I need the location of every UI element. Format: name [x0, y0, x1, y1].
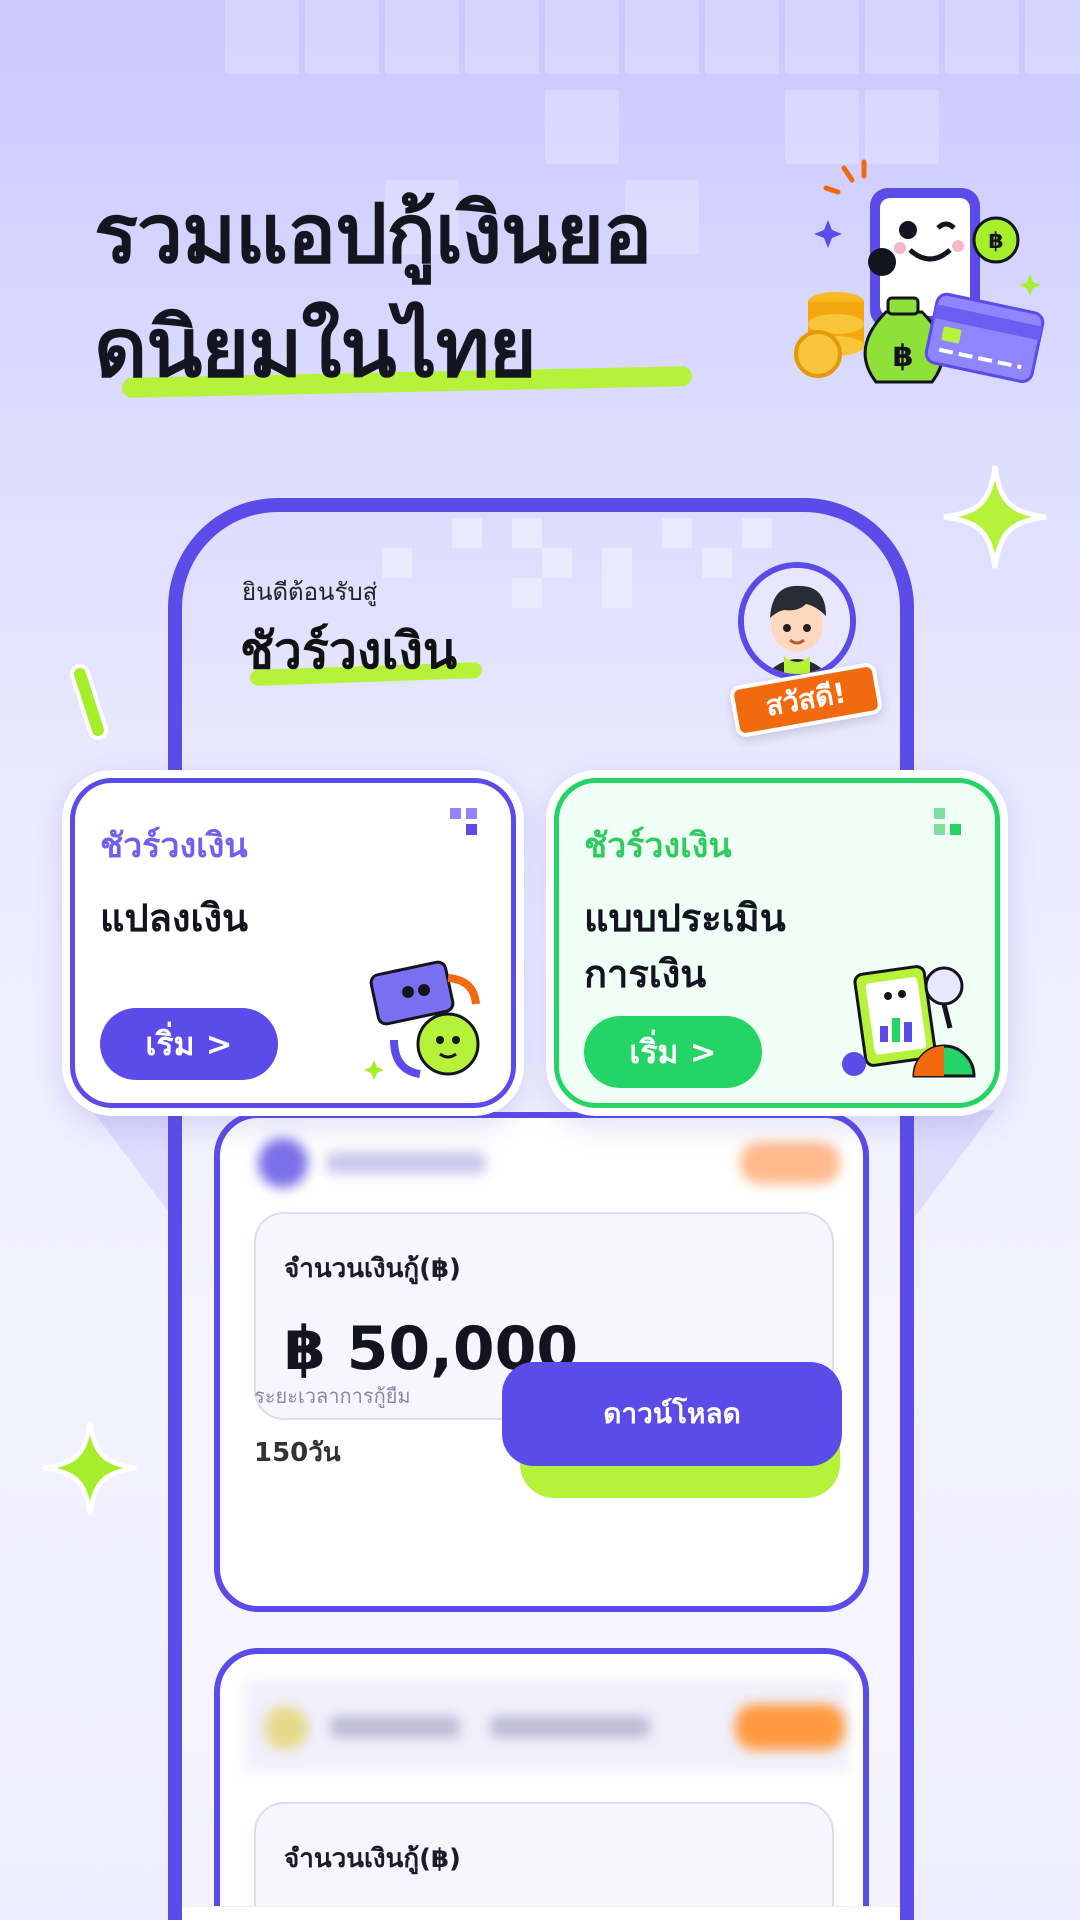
feature-brand: ชัวร์วงเงิน [100, 826, 248, 866]
loan-card: จำนวนเงินกู้(฿) [214, 1648, 869, 1920]
lender-logo [264, 1706, 308, 1750]
svg-text:฿: ฿ [988, 229, 1003, 254]
dots-icon [450, 808, 477, 835]
feature-title: แปลงเงิน [100, 896, 248, 940]
svg-text:฿: ฿ [893, 339, 914, 374]
avatar[interactable] [738, 562, 856, 680]
term-value: 150วัน [254, 1438, 341, 1468]
headline: รวมแอปกู้เงินยอ ดนิยมในไทย [94, 178, 794, 406]
feature-title-line-1: แบบประเมิน [584, 896, 786, 940]
phone-frame: ยินดีต้อนรับสู่ ชัวร์วงเงิน สวัสดี! จำนว… [168, 498, 914, 1920]
lender-name [330, 1716, 460, 1738]
amount-label: จำนวนเงินกู้(฿) [284, 1844, 461, 1874]
loan-card: จำนวนเงินกู้(฿) ฿ 50,000 ระยะเวลาการกู้ย… [214, 1112, 869, 1612]
feature-brand: ชัวร์วงเงิน [584, 826, 732, 866]
lender-name [326, 1152, 486, 1174]
headline-line-1: รวมแอปกู้เงินยอ [94, 187, 652, 282]
financial-report-icon [842, 965, 976, 1078]
start-button[interactable]: เริ่ม > [100, 1008, 278, 1080]
welcome-text: ยินดีต้อนรับสู่ [242, 578, 378, 606]
term-label: ระยะเวลาการกู้ยืม [254, 1384, 411, 1408]
start-button[interactable]: เริ่ม > [584, 1016, 762, 1088]
bottom-nav [182, 1906, 900, 1920]
lender-badge [735, 1704, 845, 1750]
feature-title-line-2: การเงิน [584, 952, 707, 996]
lender-badge [740, 1142, 840, 1184]
phone-mascot-icon: ฿ ฿ [794, 159, 1045, 384]
feature-card-convert-money[interactable]: ชัวร์วงเงิน แปลงเงิน เริ่ม > [62, 770, 524, 1116]
avatar-icon [744, 568, 850, 674]
lender-subtitle [490, 1716, 650, 1738]
sparkle-icon [43, 1421, 137, 1515]
lender-logo [258, 1138, 308, 1188]
feature-card-financial-assessment[interactable]: ชัวร์วงเงิน แบบประเมิน การเงิน เริ่ม > [546, 770, 1008, 1116]
download-button[interactable]: ดาวน์โหลด [502, 1362, 842, 1466]
feature-title: แบบประเมิน การเงิน [584, 890, 786, 1002]
app-name: ชัวร์วงเงิน [240, 622, 458, 680]
dots-icon [934, 808, 961, 835]
amount-box: จำนวนเงินกู้(฿) [254, 1802, 834, 1920]
amount-label: จำนวนเงินกู้(฿) [284, 1254, 461, 1284]
sparkle-icon [943, 465, 1047, 569]
greeting-tag: สวัสดี! [728, 661, 884, 739]
shadow-decoration [905, 1110, 995, 1230]
sparkle-icon [70, 664, 108, 740]
money-exchange-icon [364, 960, 480, 1080]
headline-line-2: ดนิยมในไทย [94, 301, 537, 396]
